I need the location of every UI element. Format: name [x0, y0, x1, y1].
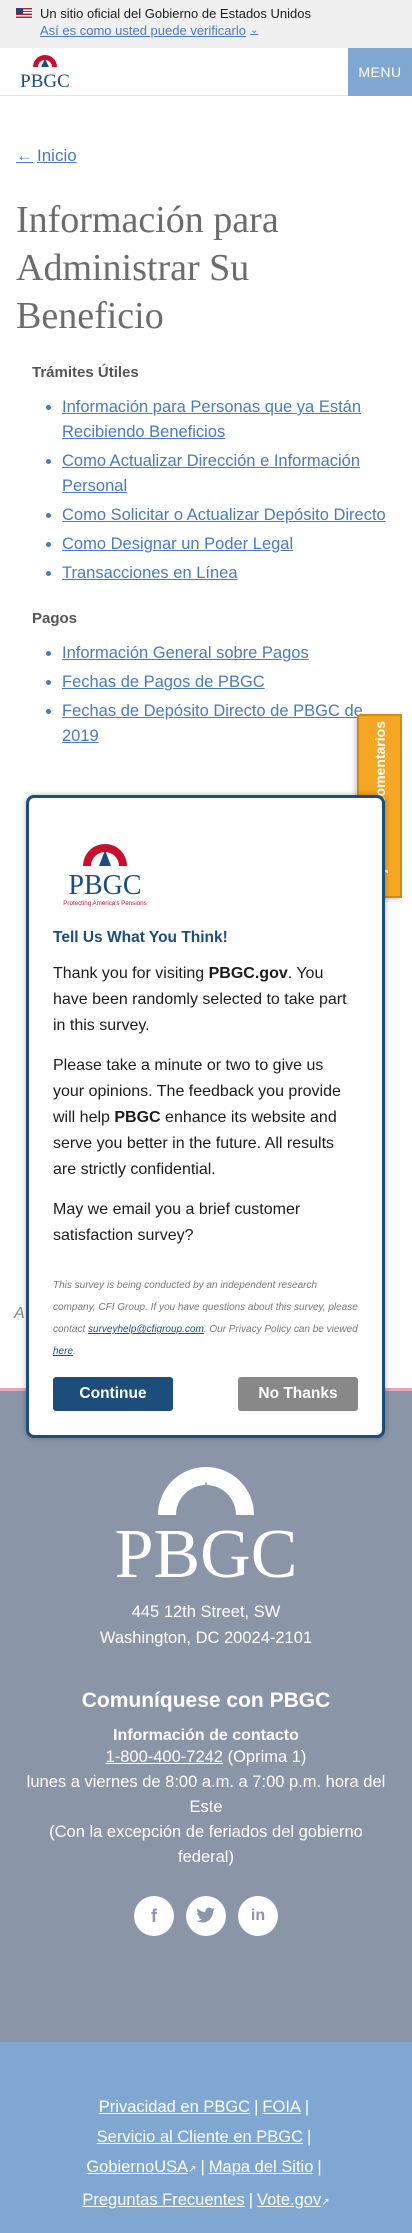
faq-link[interactable]: Preguntas Frecuentes — [82, 2191, 244, 2209]
external-link-icon: ↗ — [188, 2164, 197, 2175]
svg-text:PBGC: PBGC — [68, 870, 141, 901]
link-fechas-deposito[interactable]: Fechas de Depósito Directo de PBGC de 20… — [62, 702, 363, 745]
contact-subtitle: Información de contacto — [113, 1727, 299, 1744]
chevron-down-icon: ⌄ — [249, 25, 259, 36]
section-title: Pagos — [32, 610, 78, 627]
list-item[interactable]: Información para Personas que ya Están R… — [62, 395, 396, 445]
link-poder-legal[interactable]: Como Designar un Poder Legal — [62, 535, 293, 553]
phone-line: 1-800-400-7242 (Oprima 1) — [105, 1748, 307, 1766]
home-back-link[interactable]: ← Inicio — [16, 146, 396, 166]
footer-links: Privacidad en PBGC | FOIA | Servicio al Cli… — [0, 2042, 412, 2233]
link-transacciones[interactable]: Transacciones en Línea — [62, 564, 238, 582]
svg-text:PBGC: PBGC — [115, 1516, 298, 1583]
site-header: PBGC MENU — [0, 47, 412, 96]
link-actualizar-direccion[interactable]: Como Actualizar Dirección e Información … — [62, 452, 360, 495]
privacy-policy-link[interactable]: here — [53, 1346, 73, 1357]
survey-email-link[interactable]: surveyhelp@cfigroup.com — [88, 1324, 204, 1335]
twitter-icon[interactable] — [186, 1896, 226, 1936]
official-site-text: Un sitio oficial del Gobierno de Estados… — [40, 6, 311, 21]
list-item[interactable]: Fechas de Depósito Directo de PBGC de 20… — [62, 699, 396, 749]
list-item[interactable]: Información General sobre Pagos — [62, 641, 396, 666]
link-deposito-directo[interactable]: Como Solicitar o Actualizar Depósito Dir… — [62, 506, 386, 524]
survey-buttons: Continue No Thanks — [53, 1377, 358, 1411]
external-link-icon: ↗ — [321, 2197, 330, 2208]
link-list: Información General sobre Pagos Fechas d… — [32, 641, 396, 749]
sitemap-link[interactable]: Mapa del Sitio — [209, 2158, 314, 2176]
link-beneficiarios[interactable]: Información para Personas que ya Están R… — [62, 398, 361, 441]
partial-text: A — [14, 1305, 25, 1322]
footer-contact: PBGC 445 12th Street, SW Washington, DC … — [0, 1388, 412, 2042]
verify-link[interactable]: Así es como usted puede verificarlo ⌄ — [40, 23, 396, 38]
arrow-left-icon: ← — [16, 146, 33, 165]
page-title: Información para Administrar Su Benefici… — [16, 199, 279, 337]
phone-link[interactable]: 1-800-400-7242 — [106, 1748, 223, 1766]
social-links: f in — [0, 1896, 412, 1936]
menu-button[interactable]: MENU — [348, 47, 412, 96]
continue-button[interactable]: Continue — [53, 1377, 173, 1411]
survey-question: May we email you a brief customer satisf… — [53, 1201, 301, 1244]
svg-text:Protecting America's Pensions: Protecting America's Pensions — [63, 900, 146, 907]
contact-title: Comuníquese con PBGC — [81, 1689, 331, 1712]
list-item[interactable]: Como Designar un Poder Legal — [62, 532, 396, 557]
usagov-link[interactable]: GobiernoUSA — [86, 2158, 188, 2176]
privacy-link[interactable]: Privacidad en PBGC — [99, 2098, 250, 2116]
us-flag-icon — [16, 8, 32, 19]
list-item[interactable]: Como Actualizar Dirección e Información … — [62, 449, 396, 499]
linkedin-icon[interactable]: in — [238, 1896, 278, 1936]
list-item[interactable]: Transacciones en Línea — [62, 561, 396, 586]
list-item[interactable]: Como Solicitar o Actualizar Depósito Dir… — [62, 503, 396, 528]
customer-service-link[interactable]: Servicio al Cliente en PBGC — [97, 2128, 303, 2146]
survey-modal: PBGC Protecting America's Pensions Tell … — [26, 795, 385, 1438]
survey-intro: Thank you for visiting PBGC.gov. You hav… — [53, 965, 347, 1034]
facebook-icon[interactable]: f — [134, 1896, 174, 1936]
no-thanks-button[interactable]: No Thanks — [238, 1377, 358, 1411]
pbgc-survey-logo: PBGC Protecting America's Pensions — [63, 844, 147, 907]
section-title: Trámites Útiles — [32, 364, 139, 381]
section-pagos: Pagos Información General sobre Pagos Fe… — [32, 610, 396, 749]
link-fechas-pagos[interactable]: Fechas de Pagos de PBGC — [62, 673, 265, 691]
svg-text:PBGC: PBGC — [20, 71, 70, 91]
survey-heading: Tell Us What You Think! — [53, 929, 228, 946]
pbgc-footer-logo: PBGC — [115, 1467, 298, 1583]
survey-request: Please take a minute or two to give us y… — [53, 1057, 341, 1178]
link-list: Información para Personas que ya Están R… — [32, 395, 396, 586]
address: 445 12th Street, SW Washington, DC 20024… — [99, 1603, 313, 1647]
vote-link[interactable]: Vote.gov — [257, 2191, 321, 2209]
foia-link[interactable]: FOIA — [262, 2098, 301, 2116]
section-tramites: Trámites Útiles Información para Persona… — [32, 364, 396, 586]
pbgc-logo[interactable]: PBGC — [16, 53, 74, 91]
list-item[interactable]: Fechas de Pagos de PBGC — [62, 670, 396, 695]
link-info-pagos[interactable]: Información General sobre Pagos — [62, 644, 309, 662]
main-content: ← Inicio Información para Administrar Su… — [0, 146, 412, 749]
hours-text: lunes a viernes de 8:00 a.m. a 7:00 p.m.… — [26, 1773, 386, 1816]
gov-banner: Un sitio oficial del Gobierno de Estados… — [0, 0, 412, 48]
holidays-text: (Con la excepción de feriados del gobier… — [49, 1823, 363, 1866]
survey-disclaimer: This survey is being conducted by an ind… — [53, 1280, 358, 1357]
